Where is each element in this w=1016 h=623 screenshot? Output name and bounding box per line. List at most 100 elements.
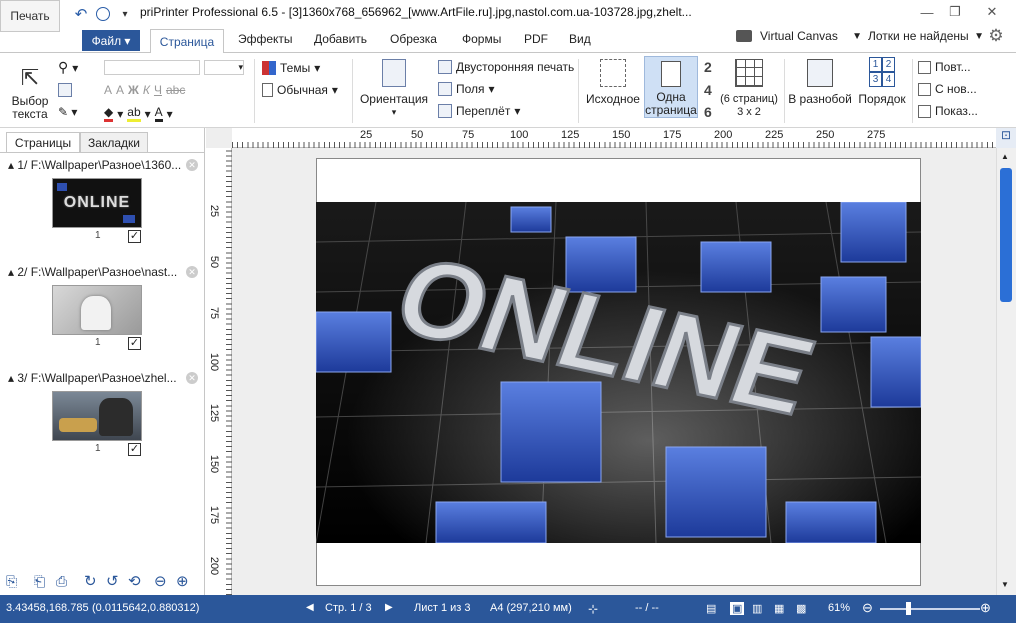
- rotate-left-icon[interactable]: ↺: [106, 572, 119, 590]
- status-bar: 3.43458,168.785 (0.0115642,0.880312) ◀ С…: [0, 595, 1016, 623]
- list-item[interactable]: ▴ 3/ F:\Wallpaper\Разное\zhel... ✕ 1 ✓: [0, 371, 204, 463]
- font-color-icon[interactable]: A: [154, 105, 163, 122]
- new-checkbox[interactable]: С нов...: [918, 82, 977, 96]
- zoom-out-icon[interactable]: ⊖: [154, 572, 167, 590]
- file-menu-button[interactable]: Файл ▾: [82, 30, 140, 51]
- page-thumbnail[interactable]: [52, 285, 142, 335]
- restore-icon[interactable]: ❐: [940, 2, 970, 22]
- tab-pages[interactable]: Страницы: [6, 132, 80, 152]
- print-button[interactable]: Печать: [0, 0, 60, 32]
- tab-pdf[interactable]: PDF: [524, 32, 548, 46]
- strikethrough-button[interactable]: abc: [166, 83, 185, 97]
- pages-per-sheet-button[interactable]: (6 страниц) 3 x 2: [718, 59, 780, 119]
- zoom-slider[interactable]: [880, 608, 980, 610]
- vertical-ruler: 25 50 75 100 125 150 175 200: [206, 148, 232, 595]
- zoom-in-icon[interactable]: ⊕: [980, 600, 991, 616]
- repeat-checkbox[interactable]: Повт...: [918, 60, 971, 74]
- scroll-up-icon[interactable]: ▲: [1001, 152, 1009, 161]
- page-checkbox[interactable]: ✓: [128, 230, 141, 243]
- close-icon[interactable]: ✕: [186, 159, 198, 171]
- binding-button[interactable]: Переплёт ▾: [438, 104, 520, 118]
- list-item[interactable]: ▴ 2/ F:\Wallpaper\Разное\nast... ✕ 1 ✓: [0, 265, 204, 357]
- page-thumbnail[interactable]: [52, 391, 142, 441]
- margins-button[interactable]: Поля ▾: [438, 82, 495, 96]
- four-pages-button[interactable]: 4: [704, 82, 712, 98]
- list-item[interactable]: ▴ 1/ F:\Wallpaper\Разное\1360... ✕ ONLIN…: [0, 158, 204, 250]
- binoculars-icon[interactable]: ⚲ ▾: [58, 59, 78, 76]
- tray-select[interactable]: Лотки не найдены ▼: [868, 25, 984, 47]
- page-checkbox[interactable]: ✓: [128, 337, 141, 350]
- tab-page[interactable]: Страница: [150, 29, 224, 53]
- printer-select[interactable]: Virtual Canvas ▼: [736, 25, 862, 47]
- page-image[interactable]: ONLINE: [316, 202, 921, 543]
- highlight-icon[interactable]: ab: [127, 105, 141, 122]
- tab-view[interactable]: Вид: [569, 32, 591, 46]
- bold-button[interactable]: Ж: [128, 83, 139, 97]
- add-page-icon[interactable]: ⎘: [6, 573, 17, 590]
- select-text-button[interactable]: ⇱ Выбор текста: [6, 61, 54, 121]
- flip-icon[interactable]: ⟲: [128, 572, 141, 590]
- grow-font-icon[interactable]: A: [104, 83, 112, 97]
- order-icon: 1 2 3 4: [869, 57, 895, 87]
- tab-add[interactable]: Добавить: [314, 32, 367, 46]
- pen-tool-icon[interactable]: ✎ ▾: [58, 105, 77, 119]
- fill-color-icon[interactable]: ◆: [104, 105, 114, 122]
- orientation-label: Ориентация: [359, 92, 429, 106]
- italic-button[interactable]: К: [143, 83, 150, 97]
- next-page-icon[interactable]: ▶: [385, 602, 393, 613]
- ruler-toggle-icon[interactable]: ⊡: [996, 128, 1016, 148]
- font-style-buttons[interactable]: A A Ж К Ч abc: [104, 83, 185, 97]
- online-image: ONLINE: [316, 202, 921, 543]
- ruler-tick: 25: [360, 129, 373, 141]
- two-pages-button[interactable]: 2: [704, 59, 712, 75]
- page-thumbnail[interactable]: ONLINE: [52, 178, 142, 228]
- gear-icon[interactable]: ⚙: [986, 26, 1006, 46]
- vertical-scrollbar[interactable]: ▲ ▼: [996, 148, 1016, 595]
- original-button[interactable]: Исходное: [584, 59, 642, 106]
- zoom-slider-handle[interactable]: [906, 602, 911, 615]
- show-checkbox[interactable]: Показ...: [918, 104, 978, 118]
- six-pages-button[interactable]: 6: [704, 104, 712, 120]
- close-icon[interactable]: ✕: [186, 266, 198, 278]
- view-single-icon[interactable]: ▤: [706, 602, 716, 615]
- import-page-icon[interactable]: ⎗: [34, 573, 45, 590]
- rotate-right-icon[interactable]: ↻: [84, 572, 97, 590]
- scatter-button[interactable]: В разнобой: [788, 59, 852, 106]
- zoom-out-icon[interactable]: ⊖: [862, 600, 873, 616]
- tab-crop[interactable]: Обрезка: [390, 32, 437, 46]
- page-number: 1: [95, 230, 101, 241]
- scrollbar-thumb[interactable]: [1000, 168, 1012, 302]
- circle-icon[interactable]: [94, 5, 112, 23]
- font-name-input[interactable]: [104, 60, 200, 75]
- shrink-font-icon[interactable]: A: [116, 83, 124, 97]
- view-two-icon[interactable]: ▥: [752, 602, 762, 615]
- duplex-button[interactable]: Двусторонняя печать: [438, 60, 574, 74]
- orientation-button[interactable]: Ориентация ▾: [358, 59, 430, 119]
- style-select[interactable]: Обычная ▾: [262, 83, 338, 97]
- undo-icon[interactable]: ↶: [72, 5, 90, 23]
- tab-effects[interactable]: Эффекты: [238, 32, 293, 46]
- close-icon[interactable]: ✕: [186, 372, 198, 384]
- tab-bookmarks[interactable]: Закладки: [80, 132, 148, 152]
- selection-tool-icon[interactable]: [58, 83, 72, 97]
- themes-button[interactable]: Темы ▾: [262, 61, 320, 75]
- export-page-icon[interactable]: ⎙: [56, 573, 67, 590]
- close-icon[interactable]: ✕: [972, 2, 1012, 22]
- select-text-label: Выбор текста: [11, 94, 49, 121]
- order-button[interactable]: 1 2 3 4 Порядок: [854, 57, 910, 106]
- chevron-down-icon: ▼: [852, 30, 862, 42]
- one-page-button[interactable]: Одна страница: [644, 56, 698, 118]
- underline-button[interactable]: Ч: [154, 83, 162, 97]
- scroll-down-icon[interactable]: ▼: [1001, 580, 1009, 589]
- minimize-icon[interactable]: —: [912, 2, 942, 22]
- zoom-in-icon[interactable]: ⊕: [176, 572, 189, 590]
- page-number: 1: [95, 337, 101, 348]
- view-page-icon[interactable]: ▣: [730, 602, 745, 615]
- view-four-icon[interactable]: ▦: [774, 602, 784, 615]
- tab-shapes[interactable]: Формы: [462, 32, 501, 46]
- customize-quick-access-icon[interactable]: ▾: [118, 5, 132, 23]
- view-grid-icon[interactable]: ▩: [796, 602, 806, 615]
- font-size-input[interactable]: ▾: [204, 60, 244, 75]
- page-checkbox[interactable]: ✓: [128, 443, 141, 456]
- prev-page-icon[interactable]: ◀: [306, 602, 314, 613]
